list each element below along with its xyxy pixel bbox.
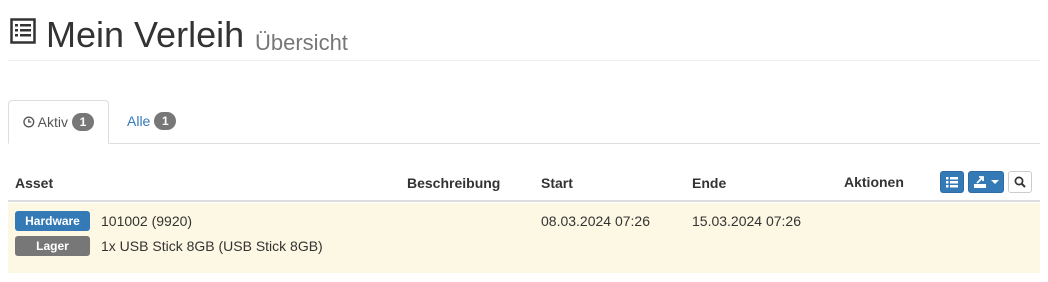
tab-aktiv[interactable]: Aktiv 1 <box>8 100 109 144</box>
table-row[interactable]: Hardware Lager 101002 (9920) 1x USB Stic… <box>8 203 1040 273</box>
page-title: Mein Verleih <box>46 14 245 55</box>
start-date-cell: 08.03.2024 07:26 <box>541 213 650 229</box>
export-dropdown-button[interactable] <box>968 171 1004 193</box>
column-header-aktionen: Aktionen <box>844 174 904 190</box>
column-header-asset[interactable]: Asset <box>15 175 53 191</box>
column-header-beschreibung[interactable]: Beschreibung <box>407 175 500 191</box>
export-icon <box>973 176 986 188</box>
asset-id: 101002 (9920) <box>101 213 193 229</box>
list-alt-icon <box>10 18 36 44</box>
page-subtitle: Übersicht <box>255 30 348 55</box>
columns-button[interactable] <box>940 171 964 193</box>
search-icon <box>1014 176 1026 188</box>
table-toolbar <box>940 171 1032 193</box>
list-icon <box>946 176 958 187</box>
column-header-start[interactable]: Start <box>541 175 573 191</box>
search-button[interactable] <box>1008 171 1032 193</box>
caret-down-icon <box>990 180 999 184</box>
tab-alle-label: Alle <box>127 113 151 129</box>
tab-alle[interactable]: Alle 1 <box>113 100 190 142</box>
tab-bar: Aktiv 1 Alle 1 <box>8 100 1040 144</box>
column-header-ende[interactable]: Ende <box>692 175 726 191</box>
table-header-divider <box>8 200 1040 202</box>
asset-name: 1x USB Stick 8GB (USB Stick 8GB) <box>101 238 323 254</box>
clock-icon <box>23 116 35 128</box>
tab-aktiv-label: Aktiv <box>37 114 68 130</box>
tab-aktiv-count-badge: 1 <box>72 113 94 131</box>
end-date-cell: 15.03.2024 07:26 <box>692 213 801 229</box>
location-label-lager: Lager <box>15 236 90 256</box>
category-label-hardware: Hardware <box>15 211 90 231</box>
header-divider <box>8 60 1040 61</box>
tab-alle-count-badge: 1 <box>154 112 177 130</box>
